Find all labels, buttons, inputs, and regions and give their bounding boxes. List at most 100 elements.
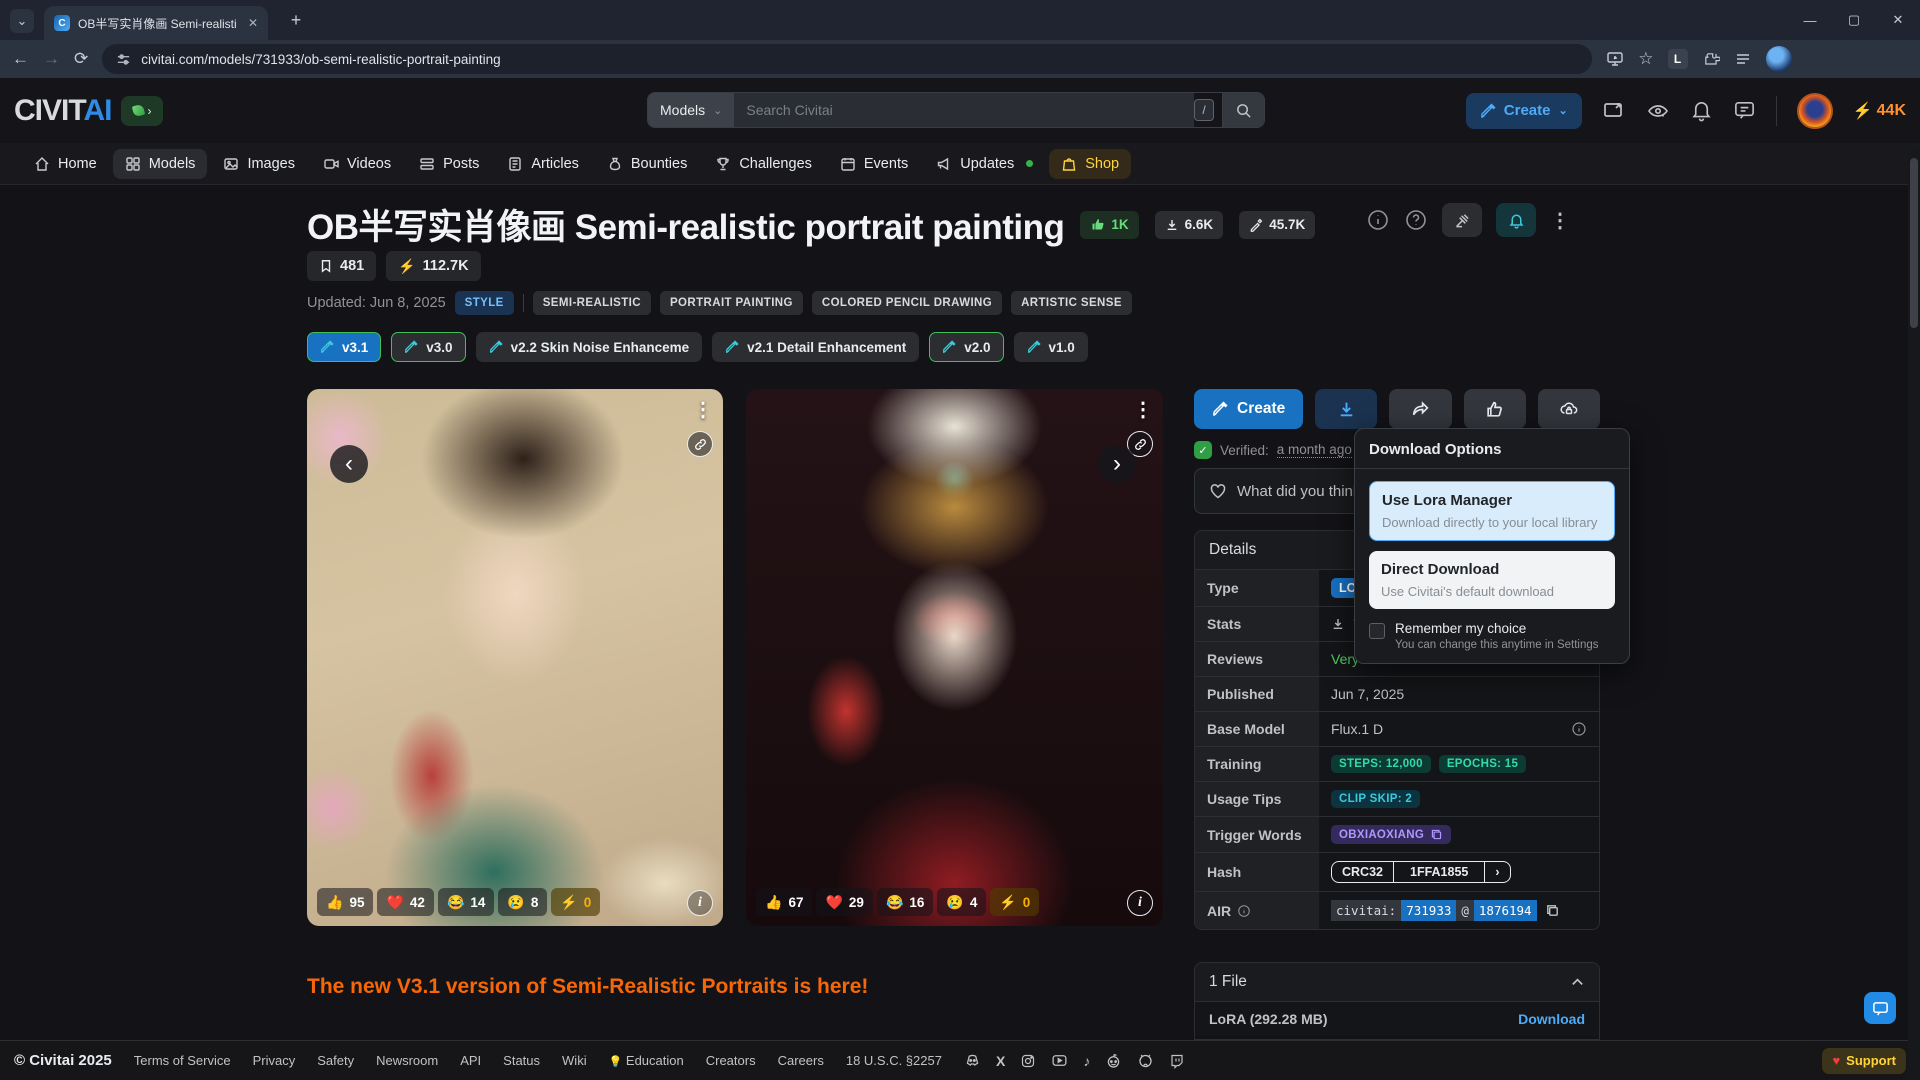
nav-item-updates[interactable]: Updates	[924, 149, 1045, 179]
tab-close-icon[interactable]: ✕	[248, 16, 258, 30]
footer-link-status[interactable]: Status	[503, 1053, 540, 1068]
hash-pill[interactable]: CRC321FFA1855›	[1331, 861, 1511, 883]
new-tab-button[interactable]: +	[284, 8, 308, 32]
reaction-laugh[interactable]: 😂16	[877, 888, 933, 916]
github-icon[interactable]	[1137, 1052, 1154, 1069]
site-settings-icon[interactable]	[116, 52, 131, 67]
info-icon[interactable]	[1571, 721, 1587, 737]
version-tab-v3-1[interactable]: v3.1	[307, 332, 381, 362]
tiktok-icon[interactable]: ♪	[1083, 1053, 1090, 1069]
info-icon[interactable]	[1237, 904, 1251, 918]
url-text[interactable]: civitai.com/models/731933/ob-semi-realis…	[141, 52, 500, 67]
version-tab-v2-1[interactable]: v2.1 Detail Enhancement	[712, 332, 919, 362]
gallery-image-1[interactable]: ⋮ 👍95 ❤️42 😂14 😢8 ⚡0 i	[307, 389, 723, 926]
follow-notifications-button[interactable]	[1496, 203, 1536, 237]
footer-link-creators[interactable]: Creators	[706, 1053, 756, 1068]
browsing-level-eye-icon[interactable]	[1646, 99, 1670, 123]
nav-item-articles[interactable]: Articles	[495, 149, 591, 179]
verified-time[interactable]: a month ago	[1277, 442, 1352, 458]
search-button[interactable]	[1222, 93, 1264, 127]
search-category-select[interactable]: Models⌄	[648, 93, 734, 127]
remember-choice-checkbox[interactable]	[1369, 623, 1385, 639]
x-icon[interactable]: X	[996, 1053, 1005, 1069]
footer-link-newsroom[interactable]: Newsroom	[376, 1053, 438, 1068]
nav-item-challenges[interactable]: Challenges	[703, 149, 824, 179]
help-icon[interactable]	[1404, 208, 1428, 232]
address-bar[interactable]: civitai.com/models/731933/ob-semi-realis…	[102, 44, 1592, 74]
screen-share-icon[interactable]	[1602, 99, 1626, 123]
forward-button[interactable]: →	[43, 49, 60, 69]
energy-counter[interactable]: ⚡44K	[1853, 101, 1906, 121]
carousel-next-button[interactable]: ›	[1098, 445, 1136, 483]
footer-link-privacy[interactable]: Privacy	[253, 1053, 296, 1068]
footer-link-wiki[interactable]: Wiki	[562, 1053, 587, 1068]
youtube-icon[interactable]	[1051, 1052, 1068, 1069]
discord-icon[interactable]	[964, 1052, 981, 1069]
moderation-gavel-button[interactable]	[1442, 203, 1482, 237]
reaction-cry[interactable]: 😢4	[937, 888, 986, 916]
scrollbar-thumb[interactable]	[1910, 158, 1918, 328]
air-identifier[interactable]: civitai:731933@1876194	[1331, 900, 1537, 921]
create-with-model-button[interactable]: Create	[1194, 389, 1303, 429]
generation-info-icon[interactable]: i	[687, 890, 713, 916]
window-close-button[interactable]: ✕	[1876, 0, 1920, 40]
nav-item-events[interactable]: Events	[828, 149, 920, 179]
info-icon[interactable]	[1366, 208, 1390, 232]
image-link-badge[interactable]	[687, 431, 713, 457]
tag-style[interactable]: STYLE	[455, 291, 514, 315]
copy-icon[interactable]	[1545, 903, 1560, 918]
user-avatar[interactable]	[1797, 93, 1833, 129]
reaction-cry[interactable]: 😢8	[498, 888, 547, 916]
tag[interactable]: COLORED PENCIL DRAWING	[812, 291, 1002, 315]
download-button[interactable]	[1315, 389, 1377, 429]
footer-link-2257[interactable]: 18 U.S.C. §2257	[846, 1053, 942, 1068]
reaction-zap[interactable]: ⚡0	[551, 888, 600, 916]
file-download-link[interactable]: Download	[1518, 1011, 1585, 1027]
option-direct-download[interactable]: Direct Download Use Civitai's default do…	[1369, 551, 1615, 609]
likes-badge[interactable]: 1K	[1080, 211, 1138, 239]
send-to-device-icon[interactable]	[1606, 50, 1624, 68]
window-minimize-button[interactable]: —	[1788, 0, 1832, 40]
image-menu-icon[interactable]: ⋮	[693, 397, 713, 422]
vault-button[interactable]	[1538, 389, 1600, 429]
supporter-badge[interactable]: ›	[121, 96, 163, 126]
extensions-puzzle-icon[interactable]	[1702, 50, 1720, 68]
footer-link-careers[interactable]: Careers	[778, 1053, 824, 1068]
nav-item-posts[interactable]: Posts	[407, 149, 491, 179]
share-button[interactable]	[1389, 389, 1451, 429]
reaction-zap[interactable]: ⚡0	[990, 888, 1039, 916]
bookmark-star-icon[interactable]: ☆	[1638, 49, 1653, 69]
nav-item-models[interactable]: Models	[113, 149, 208, 179]
reaction-like[interactable]: 👍67	[756, 888, 812, 916]
reaction-like[interactable]: 👍95	[317, 888, 373, 916]
header-create-button[interactable]: Create ⌄	[1466, 93, 1582, 129]
nav-item-home[interactable]: Home	[22, 149, 109, 179]
twitch-icon[interactable]	[1169, 1053, 1185, 1069]
like-button[interactable]	[1464, 389, 1526, 429]
civitai-logo[interactable]: CIVITAI	[14, 94, 111, 128]
more-options-icon[interactable]: ⋮	[1550, 208, 1570, 233]
nav-item-images[interactable]: Images	[211, 149, 307, 179]
option-use-lora-manager[interactable]: Use Lora Manager Download directly to yo…	[1369, 481, 1615, 541]
footer-link-education[interactable]: 💡 Education	[609, 1053, 684, 1068]
image-menu-icon[interactable]: ⋮	[1133, 397, 1153, 422]
instagram-icon[interactable]	[1020, 1053, 1036, 1069]
side-panel-icon[interactable]	[1734, 50, 1752, 68]
version-tab-v2-0[interactable]: v2.0	[929, 332, 1003, 362]
version-tab-v2-2[interactable]: v2.2 Skin Noise Enhanceme	[476, 332, 703, 362]
reaction-laugh[interactable]: 😂14	[438, 888, 494, 916]
support-button[interactable]: ♥Support	[1822, 1048, 1906, 1074]
tab-search-chevron-icon[interactable]: ⌄	[10, 9, 34, 33]
browser-profile-avatar[interactable]	[1766, 46, 1792, 72]
chevron-up-icon[interactable]	[1570, 975, 1585, 990]
footer-link-api[interactable]: API	[460, 1053, 481, 1068]
footer-link-safety[interactable]: Safety	[317, 1053, 354, 1068]
tag[interactable]: SEMI-REALISTIC	[533, 291, 651, 315]
notifications-bell-icon[interactable]	[1690, 99, 1713, 122]
back-button[interactable]: ←	[12, 49, 29, 69]
version-tab-v1-0[interactable]: v1.0	[1014, 332, 1088, 362]
generation-info-icon[interactable]: i	[1127, 890, 1153, 916]
reaction-heart[interactable]: ❤️29	[816, 888, 872, 916]
trigger-word-badge[interactable]: OBXIAOXIANG	[1331, 825, 1451, 844]
copy-icon[interactable]	[1430, 828, 1443, 841]
